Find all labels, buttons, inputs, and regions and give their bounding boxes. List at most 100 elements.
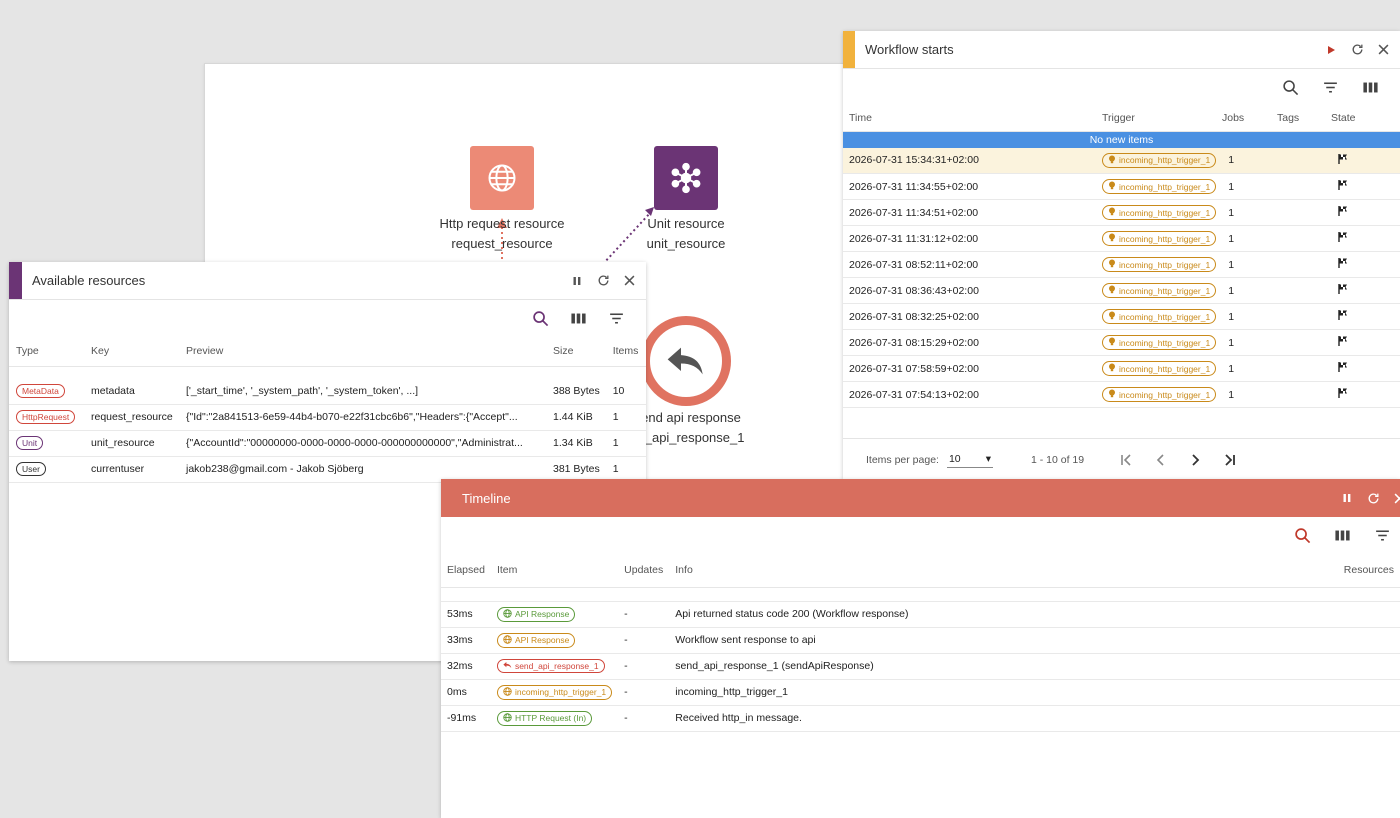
refresh-icon[interactable] [596,274,610,288]
trigger-name: incoming_http_trigger_1 [1119,285,1211,296]
search-icon[interactable] [1280,77,1300,97]
panel-title: Workflow starts [865,42,954,57]
trigger-cell: incoming_http_trigger_1 [1096,199,1223,226]
resource-items: 1 [605,404,646,431]
refresh-icon[interactable] [1366,491,1380,505]
info-cell: Received http_in message. [669,705,1338,732]
col-tags[interactable]: Tags [1271,105,1325,132]
table-row[interactable]: 2026-07-31 11:31:12+02:00 incoming_http_t… [843,225,1400,252]
col-state[interactable]: State [1325,105,1400,132]
trigger-cell: incoming_http_trigger_1 [1096,303,1223,330]
state-cell [1331,173,1400,200]
type-cell: HttpRequest [9,404,84,431]
item-cell: API Response [490,601,619,628]
table-row[interactable]: 2026-07-31 08:36:43+02:00 incoming_http_t… [843,277,1400,304]
col-resources[interactable]: Resources [1337,553,1400,588]
search-icon[interactable] [1292,525,1312,545]
globe-icon [470,146,534,210]
table-row[interactable]: 2026-07-31 07:58:59+02:00 incoming_http_t… [843,355,1400,382]
flag-icon [1337,258,1349,272]
close-icon[interactable] [1376,43,1390,57]
pause-icon[interactable] [570,274,584,288]
info-cell: incoming_http_trigger_1 [669,679,1338,706]
first-page-icon[interactable] [1118,451,1136,469]
refresh-icon[interactable] [1350,43,1364,57]
table-row[interactable]: HttpRequest request_resource {"Id":"2a8415… [9,404,646,431]
flag-icon [1337,284,1349,298]
state-cell [1331,303,1400,330]
item-badge: API Response [496,606,576,622]
col-jobs[interactable]: Jobs [1216,105,1271,132]
table-row[interactable]: Unit unit_resource {"AccountId":"00000000-… [9,430,646,457]
col-item[interactable]: Item [490,553,619,588]
table-row[interactable]: MetaData metadata ['_start_time', '_system… [9,378,646,405]
resource-key: request_resource [84,404,179,431]
columns-icon[interactable] [1332,525,1352,545]
next-page-icon[interactable] [1186,451,1204,469]
jobs-count: 1 [1222,251,1278,278]
node-send-api-response[interactable] [641,316,731,406]
updates-cell: - [618,601,670,628]
workflow-starts-rows: 2026-07-31 15:34:31+02:00 incoming_http_t… [843,147,1400,408]
table-row[interactable]: 2026-07-31 08:32:25+02:00 incoming_http_t… [843,303,1400,330]
start-time: 2026-07-31 08:36:43+02:00 [843,277,1096,304]
table-row[interactable]: 33ms API Response - Workflow sent response … [441,627,1400,654]
table-row[interactable]: 2026-07-31 11:34:51+02:00 incoming_http_t… [843,199,1400,226]
col-preview[interactable]: Preview [179,336,546,367]
resources-cell [1337,705,1400,732]
play-icon[interactable] [1324,43,1338,57]
table-row[interactable]: 2026-07-31 08:15:29+02:00 incoming_http_t… [843,329,1400,356]
node-unit-resource[interactable]: Unit resource unit_resource [623,146,749,254]
trigger-name: incoming_http_trigger_1 [1119,259,1211,270]
table-row[interactable]: 0ms incoming_http_trigger_1- incoming_http… [441,679,1400,706]
workflow-starts-panel: Workflow starts Time Trigger Jobs Tags S… [843,31,1400,480]
items-per-page-select[interactable]: 10 ▾ [946,451,993,468]
state-cell [1331,251,1400,278]
trigger-badge: incoming_http_trigger_1 [1102,387,1217,402]
filter-icon[interactable] [1320,77,1340,97]
resource-key: metadata [84,378,179,405]
col-key[interactable]: Key [84,336,179,367]
node-http-request[interactable]: Http request resource request_resource [439,146,565,254]
col-info[interactable]: Info [669,553,1338,588]
col-elapsed[interactable]: Elapsed [441,553,491,588]
col-trigger[interactable]: Trigger [1096,105,1216,132]
col-size[interactable]: Size [546,336,606,367]
table-row[interactable]: 2026-07-31 11:34:55+02:00 incoming_http_t… [843,173,1400,200]
timeline-panel: Timeline Elapsed Item Updates Info Resou… [441,479,1400,818]
col-updates[interactable]: Updates [618,553,670,588]
filter-icon[interactable] [1372,525,1392,545]
close-icon[interactable] [1392,491,1400,505]
table-row[interactable]: 2026-07-31 07:54:13+02:00 incoming_http_t… [843,381,1400,408]
bulb-icon [1108,233,1116,244]
trigger-name: incoming_http_trigger_1 [1119,207,1211,218]
table-row[interactable]: 2026-07-31 08:52:11+02:00 incoming_http_t… [843,251,1400,278]
resource-items: 1 [605,430,646,457]
table-row[interactable]: 53ms API Response - Api returned status cod… [441,601,1400,628]
columns-icon[interactable] [568,308,588,328]
flag-icon [1337,180,1349,194]
search-icon[interactable] [530,308,550,328]
jobs-count: 1 [1222,277,1278,304]
elapsed-time: 0ms [441,679,491,706]
table-row[interactable]: 32ms send_api_response_1 - send_api_respons… [441,653,1400,680]
col-type[interactable]: Type [9,336,84,367]
pause-icon[interactable] [1340,491,1354,505]
state-cell [1331,199,1400,226]
flag-icon [1337,206,1349,220]
columns-icon[interactable] [1360,77,1380,97]
previous-page-icon[interactable] [1152,451,1170,469]
table-row[interactable]: -91ms HTTP Request (In) - Received http_in … [441,705,1400,732]
close-icon[interactable] [622,274,636,288]
flag-icon [1337,153,1349,168]
filter-icon[interactable] [606,308,626,328]
item-badge: incoming_http_trigger_1 [496,684,613,700]
last-page-icon[interactable] [1220,451,1238,469]
col-time[interactable]: Time [843,105,1096,132]
type-badge: Unit [16,436,44,450]
trigger-name: incoming_http_trigger_1 [1119,233,1211,244]
table-row[interactable]: 2026-07-31 15:34:31+02:00 incoming_http_t… [843,147,1400,174]
resources-cell [1337,601,1400,628]
resource-size: 388 Bytes [546,378,606,405]
col-items[interactable]: Items [605,336,646,367]
